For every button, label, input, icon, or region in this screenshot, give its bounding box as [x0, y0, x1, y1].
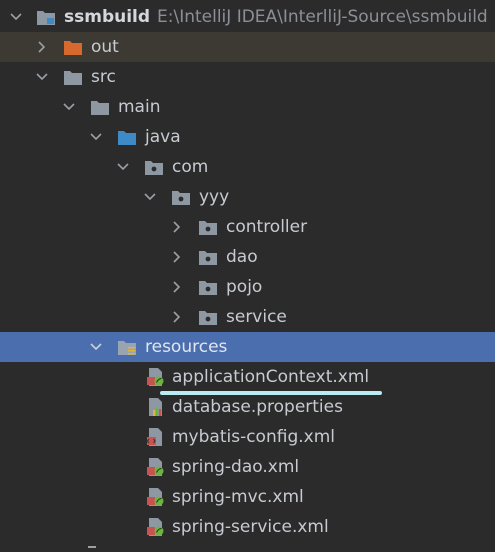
tree-row-src[interactable]: src [0, 62, 495, 92]
project-path: E:\IntelliJ IDEA\InterlliJ-Source\ssmbui… [157, 7, 488, 27]
spring-xml-icon [145, 458, 165, 476]
spring-xml-icon [145, 518, 165, 536]
package-label-service: service [226, 307, 287, 327]
package-icon [171, 188, 191, 206]
package-icon [144, 158, 164, 176]
spring-xml-icon [145, 368, 165, 386]
chevron-right-icon[interactable] [171, 281, 183, 293]
annotation-underline [160, 391, 382, 395]
chevron-right-icon[interactable] [171, 221, 183, 233]
package-label-com: com [172, 157, 209, 177]
tree-row-resources[interactable]: resources [0, 332, 495, 362]
properties-file-icon [145, 398, 165, 416]
chevron-right-icon[interactable] [171, 251, 183, 263]
tree-row-database-properties[interactable]: database.properties [0, 392, 495, 422]
excluded-folder-icon [63, 38, 83, 56]
chevron-down-icon[interactable] [90, 341, 102, 353]
chevron-down-icon[interactable] [144, 191, 156, 203]
xml-file-icon [145, 428, 165, 446]
resources-folder-icon [117, 338, 137, 356]
folder-label-src: src [91, 67, 116, 87]
folder-label-java: java [145, 127, 181, 147]
package-icon [198, 248, 218, 266]
tree-row-yyy[interactable]: yyy [0, 182, 495, 212]
project-name: ssmbuild [64, 7, 151, 27]
chevron-right-icon[interactable] [36, 41, 48, 53]
tree-row-spring-mvc[interactable]: spring-mvc.xml [0, 482, 495, 512]
chevron-right-icon[interactable] [171, 311, 183, 323]
project-tree: ssmbuild E:\IntelliJ IDEA\InterlliJ-Sour… [0, 0, 495, 550]
module-folder-icon [36, 8, 56, 26]
package-icon [198, 308, 218, 326]
tree-row-java[interactable]: java [0, 122, 495, 152]
folder-label-main: main [118, 97, 161, 117]
file-label-spring-mvc: spring-mvc.xml [172, 487, 304, 507]
tree-row-dao[interactable]: dao [0, 242, 495, 272]
file-label-mybatis-config: mybatis-config.xml [172, 427, 335, 447]
file-label-application-context: applicationContext.xml [172, 367, 370, 387]
chevron-down-icon[interactable] [117, 161, 129, 173]
tree-row-com[interactable]: com [0, 152, 495, 182]
file-label-database-properties: database.properties [172, 397, 343, 417]
spring-xml-icon [145, 488, 165, 506]
file-label-spring-service: spring-service.xml [172, 517, 329, 537]
chevron-down-icon[interactable] [36, 71, 48, 83]
tree-row-mybatis-config[interactable]: mybatis-config.xml [0, 422, 495, 452]
package-icon [198, 278, 218, 296]
tree-row-service[interactable]: service [0, 302, 495, 332]
package-label-controller: controller [226, 217, 308, 237]
tree-row-main[interactable]: main [0, 92, 495, 122]
folder-icon [63, 68, 83, 86]
chevron-down-icon[interactable] [10, 11, 22, 23]
package-icon [198, 218, 218, 236]
tree-row-pojo[interactable]: pojo [0, 272, 495, 302]
tree-row-spring-service[interactable]: spring-service.xml [0, 512, 495, 542]
file-label-spring-dao: spring-dao.xml [172, 457, 300, 477]
package-label-yyy: yyy [199, 187, 230, 207]
tree-row-controller[interactable]: controller [0, 212, 495, 242]
folder-label-resources: resources [145, 337, 228, 357]
tree-row-out[interactable]: out [0, 32, 495, 62]
package-label-dao: dao [226, 247, 258, 267]
chevron-down-icon[interactable] [90, 131, 102, 143]
folder-label-out: out [91, 37, 119, 57]
folder-icon [90, 98, 110, 116]
tree-row-spring-dao[interactable]: spring-dao.xml [0, 452, 495, 482]
chevron-down-icon[interactable] [63, 101, 75, 113]
source-folder-icon [117, 128, 137, 146]
tree-row-application-context[interactable]: applicationContext.xml [0, 362, 495, 392]
chevron-right-icon[interactable] [88, 546, 96, 552]
package-label-pojo: pojo [226, 277, 263, 297]
tree-row-project-root[interactable]: ssmbuild E:\IntelliJ IDEA\InterlliJ-Sour… [0, 2, 495, 32]
